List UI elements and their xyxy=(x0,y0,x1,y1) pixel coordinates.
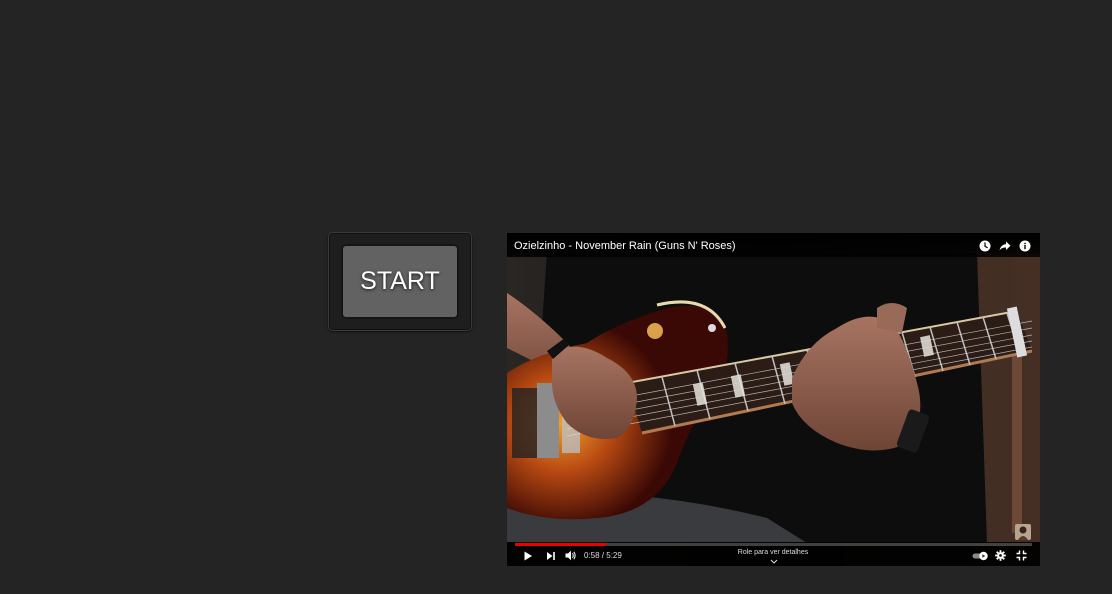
next-icon[interactable] xyxy=(546,551,556,561)
share-icon[interactable] xyxy=(999,240,1011,252)
autoplay-toggle[interactable] xyxy=(972,551,989,561)
progress-fill xyxy=(515,543,606,546)
play-icon[interactable] xyxy=(523,551,533,561)
video-title[interactable]: Ozielzinho - November Rain (Guns N' Rose… xyxy=(514,240,736,252)
channel-watermark[interactable] xyxy=(1015,524,1031,540)
exit-fullscreen-icon[interactable] xyxy=(1016,550,1027,561)
start-button[interactable]: START xyxy=(341,244,459,319)
video-player[interactable]: Ozielzinho - November Rain (Guns N' Rose… xyxy=(507,233,1040,566)
progress-bar[interactable] xyxy=(515,543,1032,546)
chevron-down-icon[interactable] xyxy=(770,559,778,564)
watch-later-icon[interactable] xyxy=(979,240,991,252)
channel-avatar xyxy=(1015,524,1031,540)
settings-icon[interactable] xyxy=(995,550,1006,561)
time-display: 0:58 / 5:29 xyxy=(584,551,622,560)
video-frame[interactable] xyxy=(507,233,1040,566)
info-icon[interactable] xyxy=(1019,240,1031,252)
scroll-details-hint[interactable]: Role para ver detalhes xyxy=(719,549,827,556)
volume-icon[interactable] xyxy=(565,550,577,561)
start-button-frame: START xyxy=(328,232,472,331)
